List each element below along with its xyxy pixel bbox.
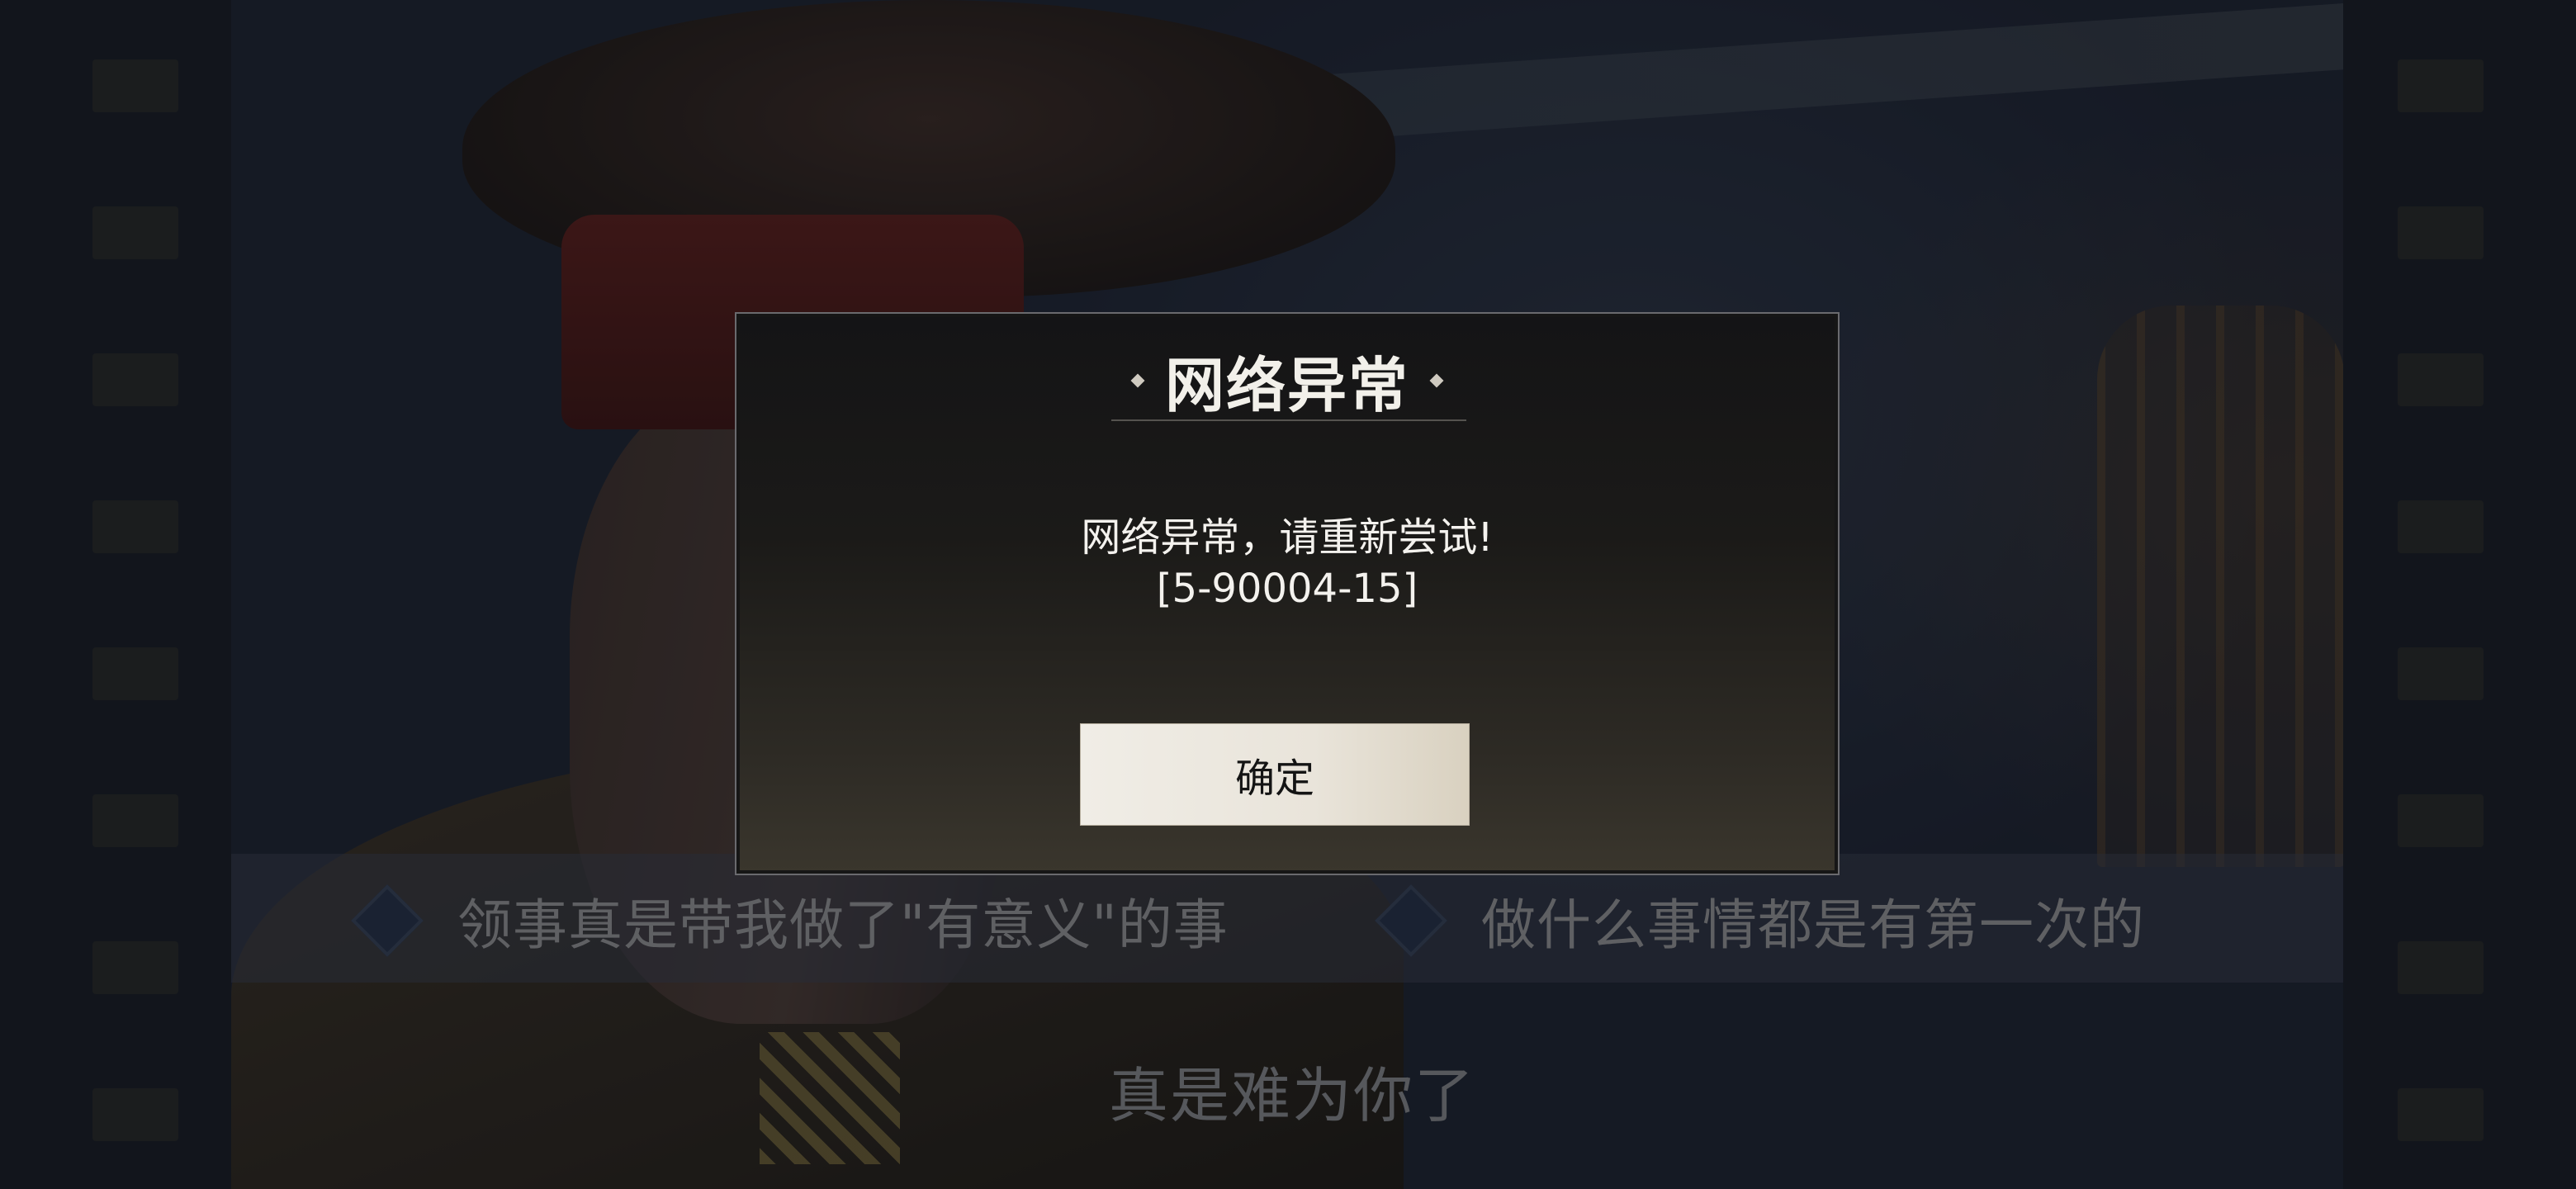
dialog-message: 网络异常，请重新尝试! [5-90004-15] xyxy=(736,512,1838,614)
sprocket-hole xyxy=(2398,59,2484,112)
network-error-dialog: 网络异常 网络异常，请重新尝试! [5-90004-15] 确定 xyxy=(735,312,1840,875)
diamond-icon xyxy=(1375,884,1447,957)
dialog-header: 网络异常 xyxy=(736,337,1838,424)
title-divider xyxy=(1111,419,1466,421)
sprocket-hole xyxy=(2398,794,2484,847)
sprocket-hole xyxy=(92,794,178,847)
sprocket-hole xyxy=(92,59,178,112)
choice-label: 做什么事情都是有第一次的 xyxy=(1481,893,2145,957)
sprocket-hole xyxy=(92,1088,178,1141)
game-screen: 领事真是带我做了"有意义"的事 做什么事情都是有第一次的 真是难为你了 网络异常… xyxy=(0,0,2576,1189)
sprocket-hole xyxy=(92,206,178,259)
error-code-text: [5-90004-15] xyxy=(1156,566,1418,612)
dialogue-choice-1[interactable]: 领事真是带我做了"有意义"的事 xyxy=(351,883,1229,958)
sprocket-hole xyxy=(2398,206,2484,259)
error-message-text: 网络异常，请重新尝试! xyxy=(1081,514,1494,561)
confirm-button[interactable]: 确定 xyxy=(1080,723,1470,826)
sprocket-hole xyxy=(2398,1088,2484,1141)
sprocket-hole xyxy=(92,353,178,406)
sprocket-hole xyxy=(2398,500,2484,553)
sprocket-hole xyxy=(92,500,178,553)
sprocket-hole xyxy=(2398,353,2484,406)
film-strip-right xyxy=(2343,0,2576,1189)
film-strip-left xyxy=(0,0,231,1189)
diamond-icon xyxy=(351,884,424,957)
diamond-ornament-icon xyxy=(1429,373,1444,387)
sprocket-hole xyxy=(92,647,178,700)
dialogue-choice-2[interactable]: 做什么事情都是有第一次的 xyxy=(1375,883,2145,958)
diamond-ornament-icon xyxy=(1130,373,1145,387)
dialog-title: 网络异常 xyxy=(1164,350,1409,420)
story-subtitle: 真是难为你了 xyxy=(1108,1061,1475,1130)
sprocket-hole xyxy=(2398,647,2484,700)
confirm-button-label: 确定 xyxy=(1234,756,1314,802)
sprocket-hole xyxy=(2398,941,2484,994)
sprocket-hole xyxy=(92,941,178,994)
choice-label: 领事真是带我做了"有意义"的事 xyxy=(457,893,1229,957)
